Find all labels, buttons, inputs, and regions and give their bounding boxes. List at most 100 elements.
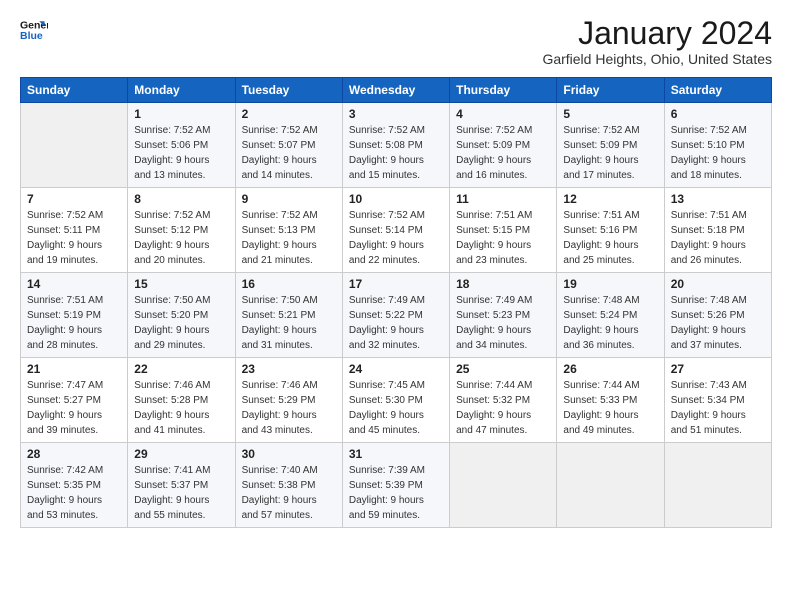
- day-info: Sunrise: 7:49 AM Sunset: 5:22 PM Dayligh…: [349, 293, 443, 353]
- table-row: 3 Sunrise: 7:52 AM Sunset: 5:08 PM Daylig…: [342, 103, 449, 188]
- day-info: Sunrise: 7:51 AM Sunset: 5:15 PM Dayligh…: [456, 208, 550, 268]
- day-number: 24: [349, 362, 443, 376]
- day-number: 20: [671, 277, 765, 291]
- day-number: 19: [563, 277, 657, 291]
- table-row: 10Sunrise: 7:52 AM Sunset: 5:14 PM Dayli…: [342, 188, 449, 273]
- header-tuesday: Tuesday: [235, 78, 342, 103]
- day-number: 23: [242, 362, 336, 376]
- day-info: Sunrise: 7:50 AM Sunset: 5:20 PM Dayligh…: [134, 293, 228, 353]
- day-number: 8: [134, 192, 228, 206]
- day-info: Sunrise: 7:42 AM Sunset: 5:35 PM Dayligh…: [27, 463, 121, 523]
- day-number: 15: [134, 277, 228, 291]
- day-number: 7: [27, 192, 121, 206]
- location-subtitle: Garfield Heights, Ohio, United States: [542, 51, 772, 67]
- day-number: 22: [134, 362, 228, 376]
- table-row: 6 Sunrise: 7:52 AM Sunset: 5:10 PM Daylig…: [664, 103, 771, 188]
- day-info: Sunrise: 7:51 AM Sunset: 5:18 PM Dayligh…: [671, 208, 765, 268]
- day-info: Sunrise: 7:47 AM Sunset: 5:27 PM Dayligh…: [27, 378, 121, 438]
- day-info: Sunrise: 7:46 AM Sunset: 5:29 PM Dayligh…: [242, 378, 336, 438]
- table-row: 11 Sunrise: 7:51 AM Sunset: 5:15 PM Dayli…: [450, 188, 557, 273]
- header-saturday: Saturday: [664, 78, 771, 103]
- day-number: 13: [671, 192, 765, 206]
- day-info: Sunrise: 7:51 AM Sunset: 5:19 PM Dayligh…: [27, 293, 121, 353]
- table-row: 26 Sunrise: 7:44 AM Sunset: 5:33 PM Dayli…: [557, 358, 664, 443]
- month-title: January 2024: [542, 16, 772, 51]
- header-monday: Monday: [128, 78, 235, 103]
- day-info: Sunrise: 7:52 AM Sunset: 5:14 PM Dayligh…: [349, 208, 443, 268]
- table-row: 9 Sunrise: 7:52 AM Sunset: 5:13 PM Daylig…: [235, 188, 342, 273]
- calendar-table: Sunday Monday Tuesday Wednesday Thursday…: [20, 77, 772, 528]
- day-info: Sunrise: 7:52 AM Sunset: 5:06 PM Dayligh…: [134, 123, 228, 183]
- table-row: 13 Sunrise: 7:51 AM Sunset: 5:18 PM Dayli…: [664, 188, 771, 273]
- logo-icon: General Blue: [20, 16, 48, 44]
- table-row: 19Sunrise: 7:48 AM Sunset: 5:24 PM Dayli…: [557, 273, 664, 358]
- day-info: Sunrise: 7:52 AM Sunset: 5:07 PM Dayligh…: [242, 123, 336, 183]
- day-info: Sunrise: 7:39 AM Sunset: 5:39 PM Dayligh…: [349, 463, 443, 523]
- table-row: 17 Sunrise: 7:49 AM Sunset: 5:22 PM Dayli…: [342, 273, 449, 358]
- table-row: 7 Sunrise: 7:52 AM Sunset: 5:11 PM Daylig…: [21, 188, 128, 273]
- table-row: 12Sunrise: 7:51 AM Sunset: 5:16 PM Dayli…: [557, 188, 664, 273]
- day-info: Sunrise: 7:52 AM Sunset: 5:08 PM Dayligh…: [349, 123, 443, 183]
- table-row: 23 Sunrise: 7:46 AM Sunset: 5:29 PM Dayli…: [235, 358, 342, 443]
- day-info: Sunrise: 7:52 AM Sunset: 5:11 PM Dayligh…: [27, 208, 121, 268]
- svg-text:Blue: Blue: [20, 30, 43, 42]
- day-number: 14: [27, 277, 121, 291]
- day-info: Sunrise: 7:48 AM Sunset: 5:26 PM Dayligh…: [671, 293, 765, 353]
- header-friday: Friday: [557, 78, 664, 103]
- logo: General Blue: [20, 16, 48, 44]
- table-row: 24Sunrise: 7:45 AM Sunset: 5:30 PM Dayli…: [342, 358, 449, 443]
- table-row: 8Sunrise: 7:52 AM Sunset: 5:12 PM Daylig…: [128, 188, 235, 273]
- day-number: 27: [671, 362, 765, 376]
- day-number: 6: [671, 107, 765, 121]
- day-number: 25: [456, 362, 550, 376]
- day-info: Sunrise: 7:49 AM Sunset: 5:23 PM Dayligh…: [456, 293, 550, 353]
- day-number: 28: [27, 447, 121, 461]
- title-block: January 2024 Garfield Heights, Ohio, Uni…: [542, 16, 772, 67]
- table-row: [450, 443, 557, 528]
- table-row: 29 Sunrise: 7:41 AM Sunset: 5:37 PM Dayli…: [128, 443, 235, 528]
- table-row: 22Sunrise: 7:46 AM Sunset: 5:28 PM Dayli…: [128, 358, 235, 443]
- page-header: General Blue January 2024 Garfield Heigh…: [20, 16, 772, 67]
- table-row: 30 Sunrise: 7:40 AM Sunset: 5:38 PM Dayli…: [235, 443, 342, 528]
- header-sunday: Sunday: [21, 78, 128, 103]
- day-number: 29: [134, 447, 228, 461]
- day-info: Sunrise: 7:43 AM Sunset: 5:34 PM Dayligh…: [671, 378, 765, 438]
- day-info: Sunrise: 7:50 AM Sunset: 5:21 PM Dayligh…: [242, 293, 336, 353]
- day-info: Sunrise: 7:52 AM Sunset: 5:13 PM Dayligh…: [242, 208, 336, 268]
- day-info: Sunrise: 7:44 AM Sunset: 5:33 PM Dayligh…: [563, 378, 657, 438]
- day-number: 9: [242, 192, 336, 206]
- header-thursday: Thursday: [450, 78, 557, 103]
- day-info: Sunrise: 7:41 AM Sunset: 5:37 PM Dayligh…: [134, 463, 228, 523]
- day-number: 21: [27, 362, 121, 376]
- table-row: 4Sunrise: 7:52 AM Sunset: 5:09 PM Daylig…: [450, 103, 557, 188]
- table-row: 20 Sunrise: 7:48 AM Sunset: 5:26 PM Dayli…: [664, 273, 771, 358]
- table-row: 2 Sunrise: 7:52 AM Sunset: 5:07 PM Daylig…: [235, 103, 342, 188]
- day-number: 11: [456, 192, 550, 206]
- day-info: Sunrise: 7:40 AM Sunset: 5:38 PM Dayligh…: [242, 463, 336, 523]
- day-number: 26: [563, 362, 657, 376]
- table-row: 27 Sunrise: 7:43 AM Sunset: 5:34 PM Dayli…: [664, 358, 771, 443]
- day-number: 17: [349, 277, 443, 291]
- day-number: 12: [563, 192, 657, 206]
- day-number: 31: [349, 447, 443, 461]
- day-number: 5: [563, 107, 657, 121]
- calendar-week-row: 21 Sunrise: 7:47 AM Sunset: 5:27 PM Dayli…: [21, 358, 772, 443]
- day-number: 1: [134, 107, 228, 121]
- table-row: [664, 443, 771, 528]
- calendar-week-row: 7 Sunrise: 7:52 AM Sunset: 5:11 PM Daylig…: [21, 188, 772, 273]
- day-info: Sunrise: 7:52 AM Sunset: 5:10 PM Dayligh…: [671, 123, 765, 183]
- day-number: 30: [242, 447, 336, 461]
- table-row: 25Sunrise: 7:44 AM Sunset: 5:32 PM Dayli…: [450, 358, 557, 443]
- table-row: 14 Sunrise: 7:51 AM Sunset: 5:19 PM Dayli…: [21, 273, 128, 358]
- table-row: 21 Sunrise: 7:47 AM Sunset: 5:27 PM Dayli…: [21, 358, 128, 443]
- day-number: 3: [349, 107, 443, 121]
- calendar-week-row: 14 Sunrise: 7:51 AM Sunset: 5:19 PM Dayli…: [21, 273, 772, 358]
- day-number: 2: [242, 107, 336, 121]
- table-row: 31 Sunrise: 7:39 AM Sunset: 5:39 PM Dayli…: [342, 443, 449, 528]
- day-number: 4: [456, 107, 550, 121]
- day-info: Sunrise: 7:52 AM Sunset: 5:09 PM Dayligh…: [563, 123, 657, 183]
- header-wednesday: Wednesday: [342, 78, 449, 103]
- calendar-week-row: 28 Sunrise: 7:42 AM Sunset: 5:35 PM Dayli…: [21, 443, 772, 528]
- table-row: 5 Sunrise: 7:52 AM Sunset: 5:09 PM Daylig…: [557, 103, 664, 188]
- table-row: [557, 443, 664, 528]
